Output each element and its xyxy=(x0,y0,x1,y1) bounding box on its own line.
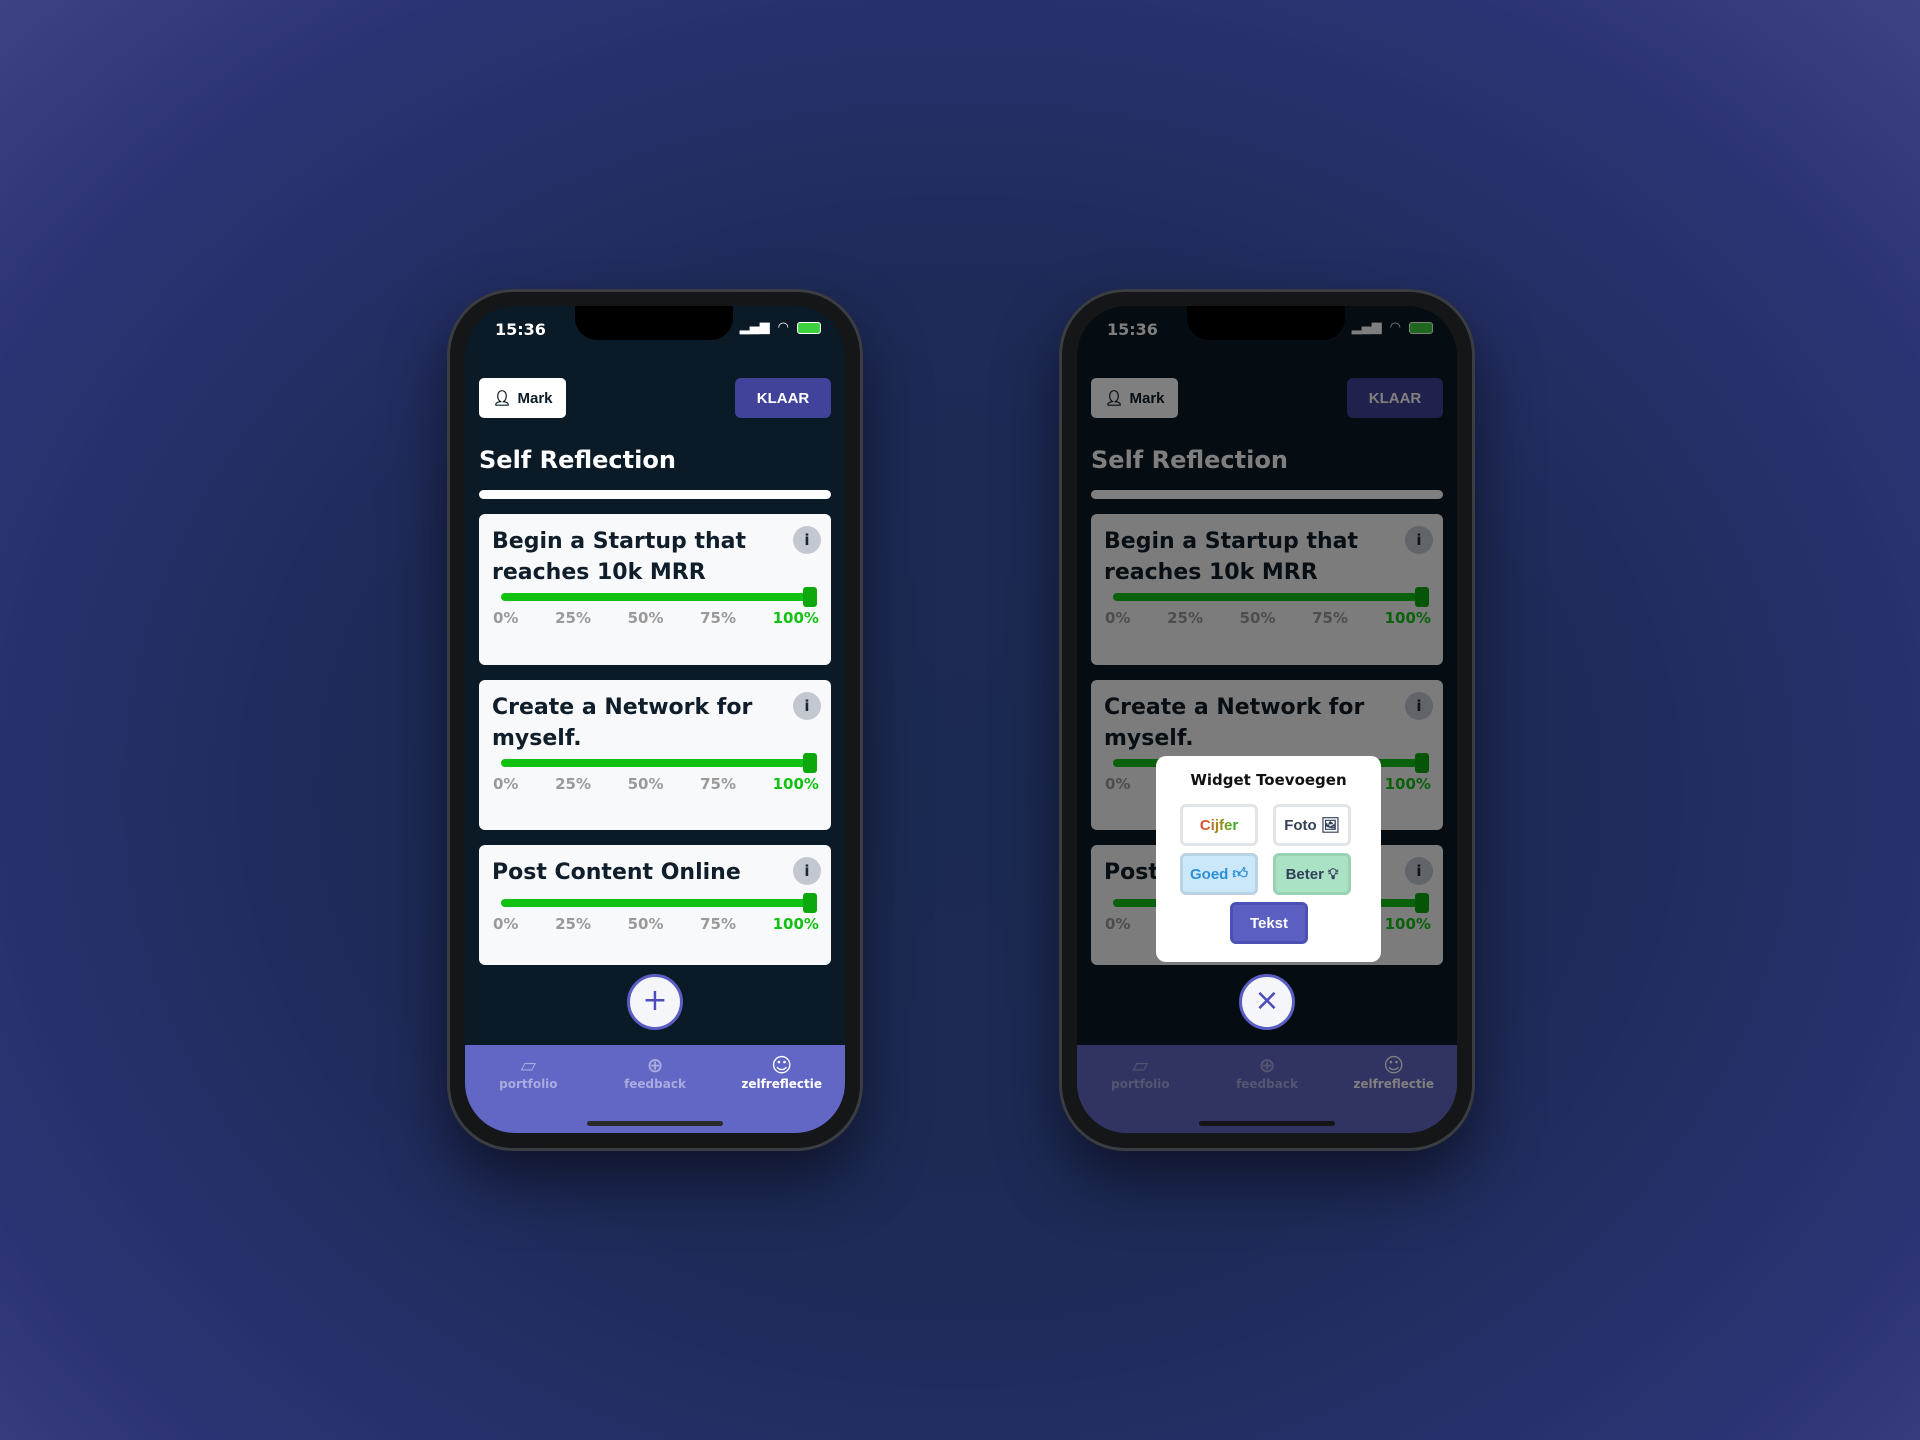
plus-circle-icon: ⊕ xyxy=(646,1053,664,1077)
info-icon[interactable]: i xyxy=(793,526,821,554)
app-screen: 15:36 ▂▄▆◠ 👤︎Mark KLAAR Self Reflection … xyxy=(1077,306,1457,1133)
tab-zelfreflectie[interactable]: ☺zelfreflectie xyxy=(718,1045,845,1133)
slider-tick-label: 100% xyxy=(772,915,819,933)
goal-slider[interactable] xyxy=(501,893,817,913)
thumbs-up-icon: 👍︎ xyxy=(1232,865,1249,882)
foto-button[interactable]: Foto 🖼 xyxy=(1273,804,1351,846)
slider-ticks: 0% 25% 50% 75% 100% xyxy=(493,775,819,793)
goal-card: Post Content Online i 0% 25% 50% 75% 100% xyxy=(479,845,831,965)
slider-ticks: 0% 25% 50% 75% 100% xyxy=(493,915,819,933)
tab-label: portfolio xyxy=(499,1077,558,1091)
page-title: Self Reflection xyxy=(479,446,676,474)
status-time: 15:36 xyxy=(495,320,546,339)
slider-tick-label: 0% xyxy=(493,609,519,627)
cijfer-button[interactable]: Cijfer xyxy=(1180,804,1258,846)
goal-title: Begin a Startup that reaches 10k MRR xyxy=(492,529,746,585)
slider-tick-label: 50% xyxy=(627,775,664,793)
goal-slider[interactable] xyxy=(501,587,817,607)
slider-thumb[interactable] xyxy=(803,753,817,773)
tab-portfolio[interactable]: ▱portfolio xyxy=(465,1045,592,1133)
popup-title: Widget Toevoegen xyxy=(1190,771,1347,789)
goal-title: Post Content Online xyxy=(492,860,741,885)
slider-thumb[interactable] xyxy=(803,893,817,913)
status-icons: ▂▄▆ ◠ xyxy=(740,320,821,335)
overall-progress-bar xyxy=(479,490,831,499)
slider-tick-label: 50% xyxy=(627,609,664,627)
slider-tick-label: 75% xyxy=(700,915,737,933)
home-indicator[interactable] xyxy=(587,1121,723,1126)
tekst-button[interactable]: Tekst xyxy=(1230,902,1308,944)
goal-card: Begin a Startup that reaches 10k MRR i 0… xyxy=(479,514,831,665)
goal-title: Create a Network for myself. xyxy=(492,695,753,751)
widget-popup: Widget Toevoegen Cijfer Foto 🖼 Goed 👍︎ Bet… xyxy=(1156,756,1381,962)
info-icon[interactable]: i xyxy=(793,857,821,885)
notch xyxy=(1187,306,1345,340)
tab-bar: ▱portfolio⊕feedback☺zelfreflectie xyxy=(465,1045,845,1133)
wifi-icon: ◠ xyxy=(777,320,789,335)
notch xyxy=(575,306,733,340)
battery-icon xyxy=(797,321,821,334)
slider-tick-label: 100% xyxy=(772,609,819,627)
phone-0: 15:36 ▂▄▆ ◠ 👤︎ Mark KLAAR Self Reflection … xyxy=(447,289,863,1151)
slider-thumb[interactable] xyxy=(803,587,817,607)
slider-tick-label: 100% xyxy=(772,775,819,793)
beter-button[interactable]: Beter 💡︎ xyxy=(1273,853,1351,895)
goal-slider[interactable] xyxy=(501,753,817,773)
signal-icon: ▂▄▆ xyxy=(739,320,770,335)
tab-label: zelfreflectie xyxy=(741,1077,822,1091)
slider-tick-label: 75% xyxy=(700,775,737,793)
lightbulb-icon: 💡︎ xyxy=(1327,865,1339,883)
tab-label: feedback xyxy=(624,1077,686,1091)
slider-tick-label: 25% xyxy=(555,609,591,627)
phone-1: 15:36 ▂▄▆◠ 👤︎Mark KLAAR Self Reflection … xyxy=(1059,289,1475,1151)
goed-button[interactable]: Goed 👍︎ xyxy=(1180,853,1258,895)
app-screen: 15:36 ▂▄▆◠ 👤︎Mark KLAAR Self Reflection … xyxy=(465,306,845,1133)
slider-tick-label: 0% xyxy=(493,915,519,933)
tab-feedback[interactable]: ⊕feedback xyxy=(592,1045,719,1133)
user-button[interactable]: 👤︎Mark xyxy=(479,378,566,418)
slider-tick-label: 50% xyxy=(627,915,664,933)
done-button[interactable]: KLAAR xyxy=(735,378,831,418)
slider-tick-label: 25% xyxy=(555,775,591,793)
info-icon[interactable]: i xyxy=(793,692,821,720)
slider-tick-label: 0% xyxy=(493,775,519,793)
note-icon: ▱ xyxy=(520,1053,537,1077)
close-widget-button[interactable]: × xyxy=(1239,974,1295,1030)
user-icon: 👤︎ xyxy=(492,390,512,407)
slider-ticks: 0% 25% 50% 75% 100% xyxy=(493,609,819,627)
smiley-icon: ☺ xyxy=(771,1053,793,1077)
goal-card: Create a Network for myself. i 0% 25% 50% 7… xyxy=(479,680,831,830)
add-widget-button[interactable]: + xyxy=(627,974,683,1030)
slider-tick-label: 75% xyxy=(700,609,737,627)
image-icon: 🖼 xyxy=(1320,817,1340,834)
slider-tick-label: 25% xyxy=(555,915,591,933)
